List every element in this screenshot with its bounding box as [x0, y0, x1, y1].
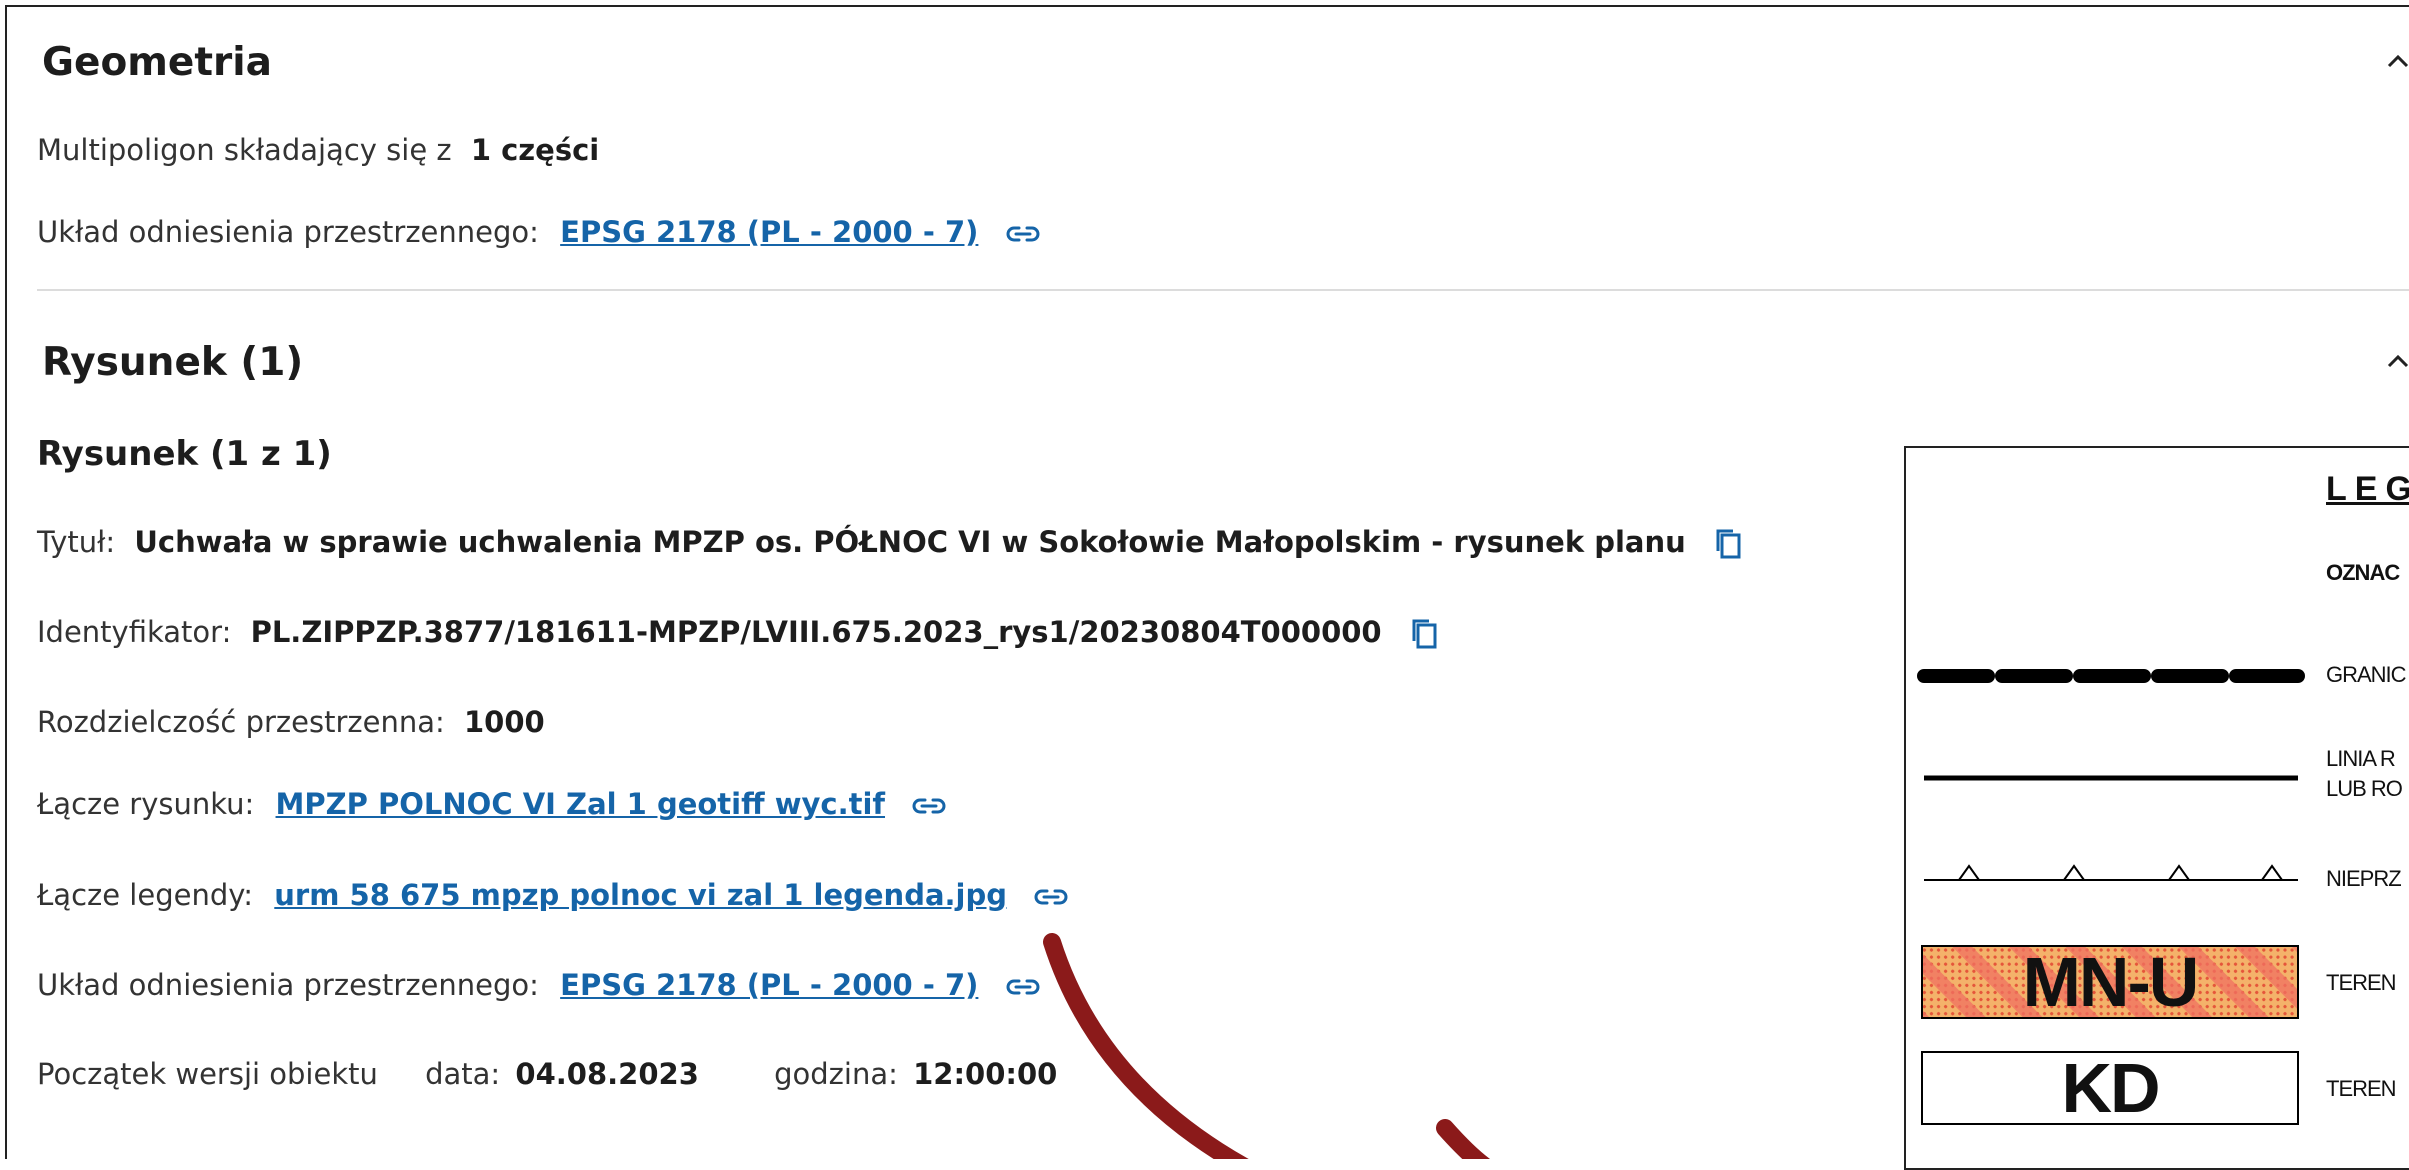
annotation-arrow-left [1043, 933, 1249, 1159]
annotation-arrows [1043, 933, 1491, 1159]
annotation-arrow-right [1436, 1119, 1491, 1159]
